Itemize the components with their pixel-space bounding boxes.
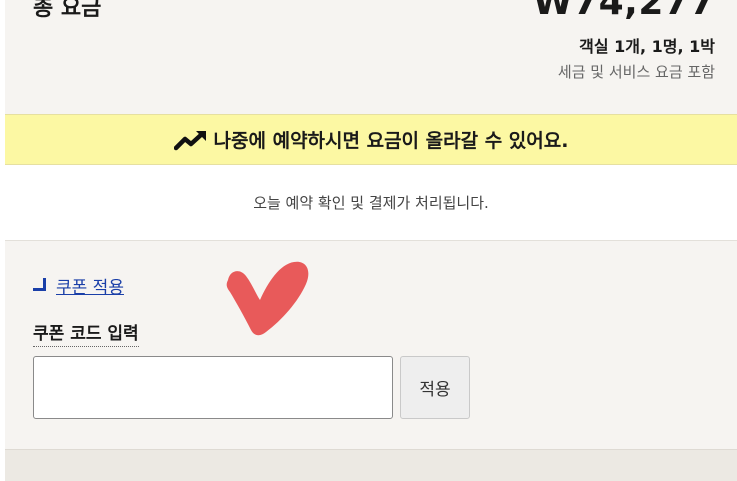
apply-coupon-link-text: 쿠폰 적용 [56, 278, 124, 298]
trending-up-icon [173, 129, 208, 151]
apply-coupon-button[interactable]: 적용 [400, 356, 470, 419]
tax-note: 세금 및 서비스 요금 포함 [557, 63, 715, 81]
coupon-code-label: 쿠폰 코드 입력 [33, 319, 139, 347]
checkmark-annotation-icon [226, 261, 309, 336]
apply-coupon-toggle[interactable]: 쿠폰 적용 [33, 273, 124, 298]
alert-text: 나중에 예약하시면 요금이 올라갈 수 있어요. [213, 130, 569, 152]
total-price: ₩74,277 [532, 0, 715, 23]
coupon-code-input[interactable] [33, 356, 393, 419]
coupon-section: 쿠폰 적용 쿠폰 코드 입력 적용 [5, 240, 737, 449]
collapse-corner-icon [33, 278, 46, 291]
price-increase-alert: 나중에 예약하시면 요금이 올라갈 수 있어요. [5, 114, 737, 165]
bottom-section-edge [5, 449, 737, 481]
price-summary: 총 요금 ₩74,277 객실 1개, 1명, 1박 세금 및 서비스 요금 포… [5, 0, 737, 114]
occupancy-info: 객실 1개, 1명, 1박 [579, 37, 715, 56]
total-label: 총 요금 [33, 0, 102, 21]
payment-confirm-note: 오늘 예약 확인 및 결제가 처리됩니다. [5, 165, 737, 240]
